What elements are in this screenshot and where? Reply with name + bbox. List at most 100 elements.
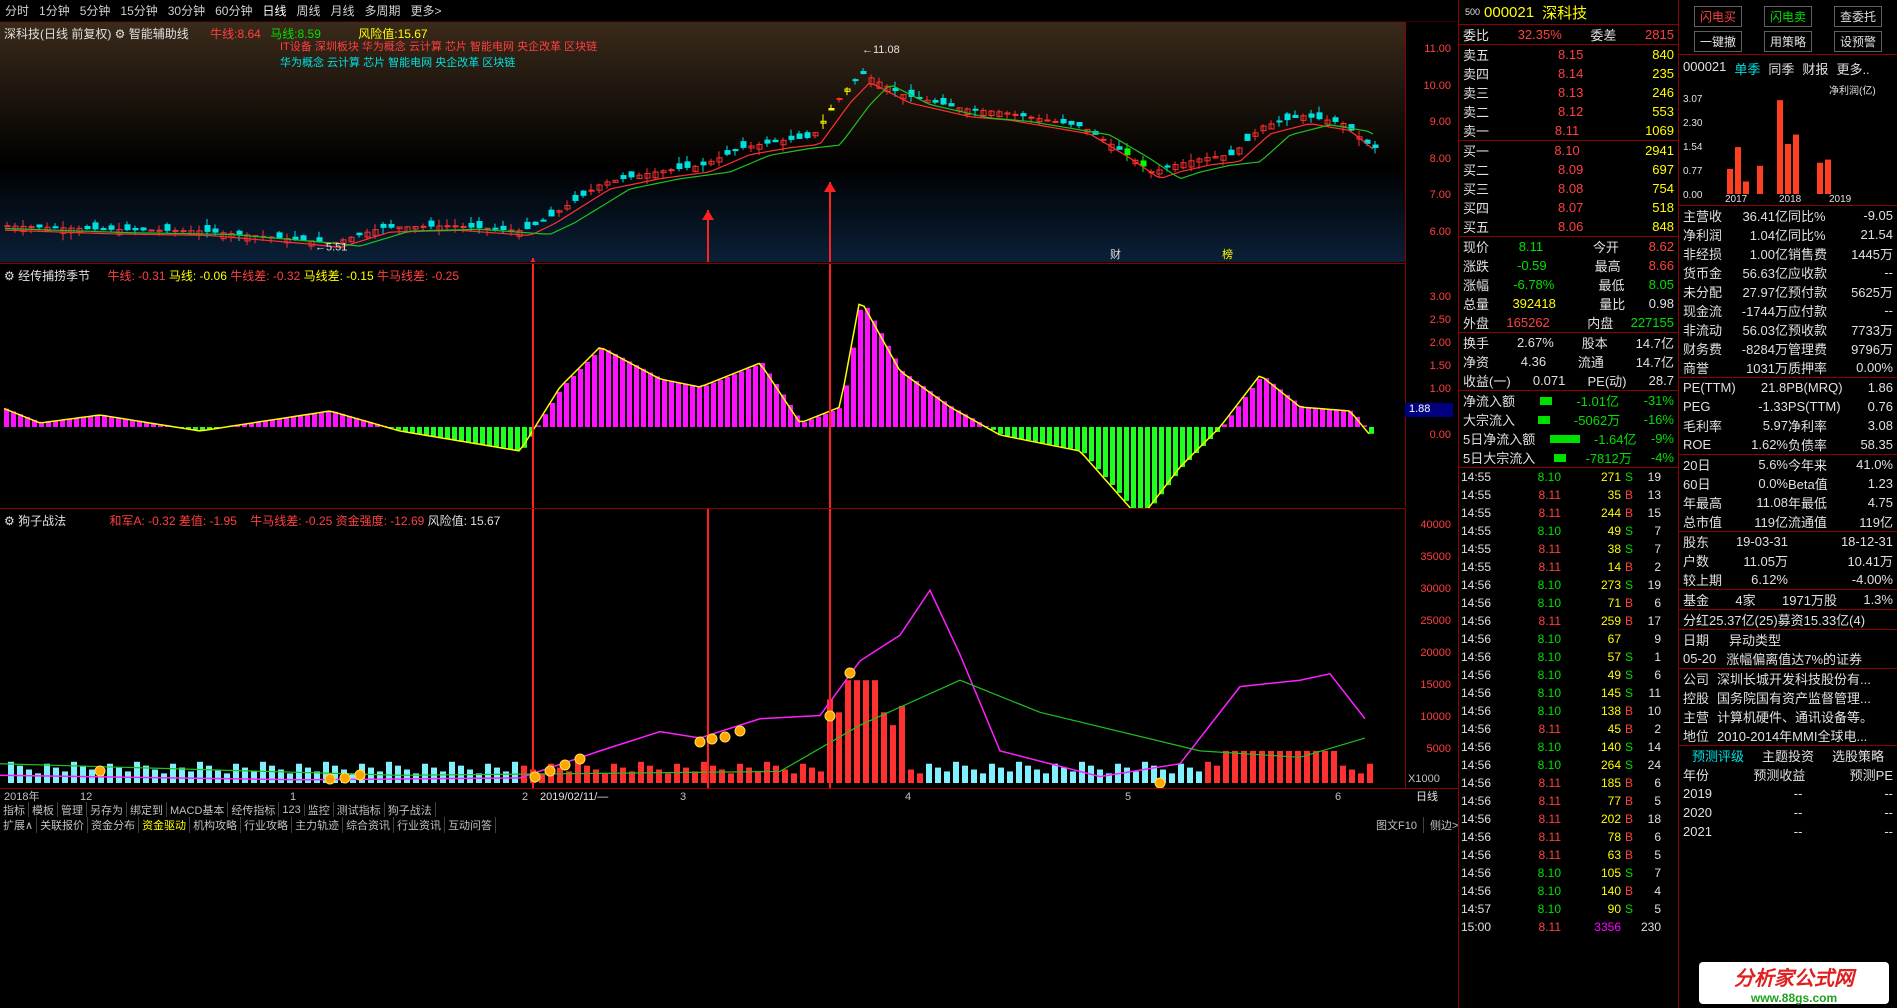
period-tab[interactable]: 30分钟 xyxy=(163,2,210,19)
hist-bar xyxy=(1012,427,1017,438)
y-tick: 9.00 xyxy=(1429,116,1451,128)
indicator-tab[interactable]: 123 xyxy=(279,803,305,816)
indicator-tab[interactable]: 测试指标 xyxy=(334,801,385,818)
volume-bar xyxy=(593,769,599,783)
buy-level[interactable]: 买五 8.06 848 xyxy=(1459,217,1678,236)
hist-bar xyxy=(1257,378,1262,427)
hist-bar xyxy=(1313,408,1318,427)
profit-bar xyxy=(1817,162,1823,194)
indicator-tab[interactable]: 监控 xyxy=(305,801,334,818)
hist-bar xyxy=(508,427,513,449)
quote-stat-row: 涨跌 -0.59 最高 8.66 xyxy=(1463,258,1674,274)
volume-bar xyxy=(962,765,968,783)
buy-level[interactable]: 买四 8.07 518 xyxy=(1459,198,1678,217)
period-tab[interactable]: 分时 xyxy=(0,2,34,19)
indicator-tab[interactable]: MACD基本 xyxy=(167,801,229,818)
fin-tab[interactable]: 更多.. xyxy=(1836,59,1869,78)
hist-bar xyxy=(298,415,303,427)
hist-bar xyxy=(494,427,499,447)
candle-body xyxy=(468,222,475,228)
fin-tab[interactable]: 选股策略 xyxy=(1832,746,1884,765)
hist-bar xyxy=(732,374,737,427)
fin-tab[interactable]: 同季 xyxy=(1768,59,1794,78)
indicator-tab[interactable]: 狗子战法 xyxy=(385,801,436,818)
fin-tab[interactable]: 财报 xyxy=(1802,59,1828,78)
volume-bar xyxy=(1232,750,1238,783)
trade-button[interactable]: 设预警 xyxy=(1833,31,1882,52)
hist-bar xyxy=(1159,427,1164,495)
trade-button[interactable]: 闪电卖 xyxy=(1763,6,1812,27)
indicator-tab[interactable]: 绑定到 xyxy=(127,801,167,818)
indicator-tab[interactable]: 指标 xyxy=(0,801,29,818)
trade-button[interactable]: 用策略 xyxy=(1763,31,1812,52)
buy-level[interactable]: 买二 8.09 697 xyxy=(1459,160,1678,179)
period-tab[interactable]: 1分钟 xyxy=(34,2,75,19)
indicator-tab[interactable]: 另存为 xyxy=(87,801,127,818)
info-tab[interactable]: 主力轨迹 xyxy=(292,817,344,833)
fin-row: 财务费 -8284万 管理费 9796万 xyxy=(1683,342,1893,357)
volume-bar xyxy=(728,773,734,783)
kline-pane[interactable]: ←11.08 ←5.51 财 榜 深科技(日线 前复权) ⚙ 智能辅助线 牛线:8.6… xyxy=(0,22,1405,262)
sell-level[interactable]: 卖三 8.13 246 xyxy=(1459,83,1678,102)
trade-button[interactable]: 一键撤 xyxy=(1693,31,1742,52)
fin-row: 非经损 1.00亿 销售费 1445万 xyxy=(1683,247,1893,262)
volume-bar xyxy=(1358,773,1364,783)
period-tab[interactable]: 60分钟 xyxy=(210,2,257,19)
trade-button[interactable]: 闪电买 xyxy=(1693,6,1742,27)
hist-bar xyxy=(319,412,324,427)
candle-body xyxy=(1076,122,1083,127)
hist-bar xyxy=(935,396,940,427)
indicator-tab[interactable]: 经传指标 xyxy=(228,801,280,818)
buy-level[interactable]: 买三 8.08 754 xyxy=(1459,179,1678,198)
info-tab[interactable]: 互动问答 xyxy=(445,817,497,833)
period-tab[interactable]: 月线 xyxy=(326,2,360,19)
info-tab[interactable]: 行业攻略 xyxy=(241,817,293,833)
period-tab[interactable]: 日线 xyxy=(257,2,291,19)
fin-tab[interactable]: 单季 xyxy=(1734,59,1760,78)
gzzf-yaxis: 40000 35000 30000 25000 20000 15000 10000 5000 xyxy=(1405,508,1457,788)
period-tab[interactable]: 15分钟 xyxy=(115,2,162,19)
gzzf-pane[interactable]: ⚙ 狗子战法 和军A: -0.32 差值: -1.95 牛马线差: -0.25 … xyxy=(0,508,1405,789)
sell-level[interactable]: 卖四 8.14 235 xyxy=(1459,64,1678,83)
jczb-pane[interactable]: ⚙ 经传捕捞季节 牛线: -0.31 马线: -0.06 牛线差: -0.32 … xyxy=(0,263,1405,508)
info-tab[interactable]: 行业资讯 xyxy=(394,817,446,833)
indicator-tab[interactable]: 模板 xyxy=(29,801,58,818)
hist-bar xyxy=(1229,415,1234,427)
hist-bar xyxy=(284,418,289,427)
fin-tab[interactable]: 预测评级 xyxy=(1692,746,1744,765)
period-tab[interactable]: 5分钟 xyxy=(75,2,116,19)
anomaly-row[interactable]: 05-20 涨幅偏离值达7%的证券 xyxy=(1679,649,1897,668)
hist-bar xyxy=(501,427,506,448)
sell-level[interactable]: 卖二 8.12 553 xyxy=(1459,102,1678,121)
side-tab[interactable]: 图文F10 xyxy=(1370,817,1424,833)
indicator-tab[interactable]: 管理 xyxy=(58,801,87,818)
kline-yaxis: 11.00 10.00 9.00 8.00 7.00 6.00 xyxy=(1405,22,1457,262)
hist-bar xyxy=(1145,427,1150,508)
volume-bar xyxy=(467,769,473,783)
volume-bar xyxy=(1169,773,1175,783)
kline-chart[interactable]: ←11.08 ←5.51 财 榜 xyxy=(0,22,1405,262)
info-tab[interactable]: 关联报价 xyxy=(37,817,89,833)
info-tab[interactable]: 机构攻略 xyxy=(190,817,242,833)
volume-bar xyxy=(1286,750,1292,783)
fin-tab[interactable]: 主题投资 xyxy=(1762,746,1814,765)
info-tab[interactable]: 资金分布 xyxy=(88,817,140,833)
hist-bar xyxy=(907,376,912,427)
niu-value: 8.64 xyxy=(237,27,261,41)
gzzf-title: ⚙ 狗子战法 和军A: -0.32 差值: -1.95 牛马线差: -0.25 … xyxy=(4,512,500,529)
jczb-chart[interactable] xyxy=(0,264,1405,508)
gzzf-chart[interactable] xyxy=(0,509,1405,789)
period-tab[interactable]: 多周期 xyxy=(360,2,406,19)
period-tab[interactable]: 更多> xyxy=(406,2,447,19)
svg-text:1.54: 1.54 xyxy=(1683,142,1703,153)
info-tab[interactable]: 扩展∧ xyxy=(0,817,38,833)
volume-bar xyxy=(1016,761,1022,783)
pred-row: 2021 -- -- xyxy=(1683,824,1893,839)
period-tab[interactable]: 周线 xyxy=(291,2,325,19)
sell-level[interactable]: 卖五 8.15 840 xyxy=(1459,45,1678,64)
trade-button[interactable]: 查委托 xyxy=(1833,6,1882,27)
buy-level[interactable]: 买一 8.10 2941 xyxy=(1459,141,1678,160)
info-tab[interactable]: 资金驱动 xyxy=(139,817,191,833)
info-tab[interactable]: 综合资讯 xyxy=(343,817,395,833)
sell-level[interactable]: 卖一 8.11 1069 xyxy=(1459,121,1678,140)
